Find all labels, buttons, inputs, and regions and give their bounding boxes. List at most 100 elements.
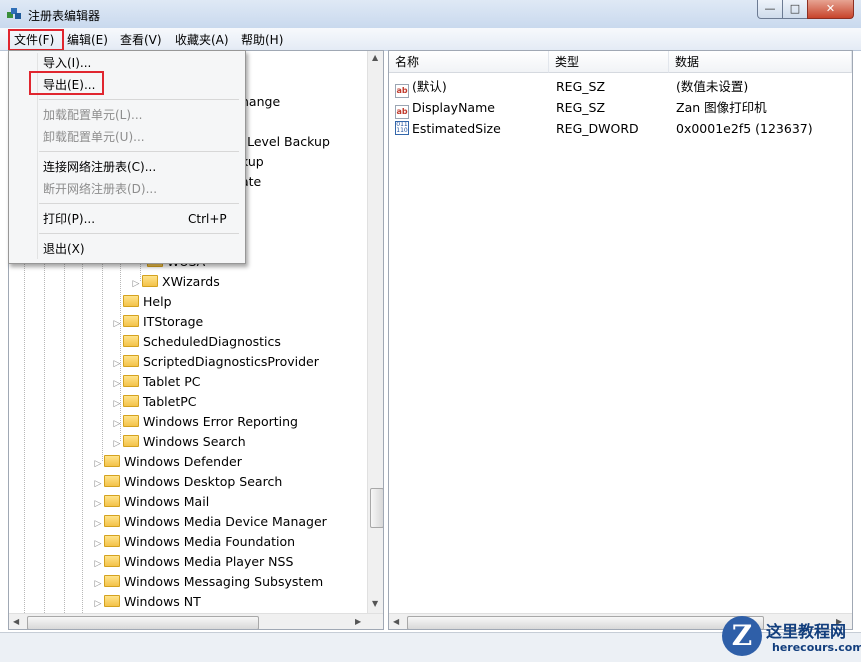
scroll-up-icon[interactable]: ▲ — [372, 53, 378, 62]
string-value-icon: ab — [395, 105, 409, 119]
column-header-data[interactable]: 数据 — [669, 51, 852, 73]
tree-item-label: ScheduledDiagnostics — [143, 334, 281, 349]
tree-item[interactable]: ScheduledDiagnostics — [111, 332, 281, 352]
value-row[interactable]: ab DisplayName REG_SZ Zan 图像打印机 — [389, 97, 852, 119]
tree-item[interactable]: ▷ Windows Mail — [92, 492, 210, 514]
folder-icon — [104, 475, 120, 487]
watermark-url: herecours.com — [772, 641, 861, 654]
minimize-button[interactable]: — — [757, 0, 783, 19]
tree-item[interactable]: ▷ ITStorage — [111, 312, 204, 334]
menu-view[interactable]: 查看(V) — [120, 31, 162, 48]
tree-item[interactable]: ▷ ScriptedDiagnosticsProvider — [111, 352, 319, 372]
folder-icon — [104, 495, 120, 507]
tree-item-label: Windows NT — [124, 594, 201, 609]
folder-icon — [104, 595, 120, 607]
folder-icon — [104, 575, 120, 587]
registry-editor-icon — [7, 8, 21, 19]
folder-icon — [123, 415, 139, 427]
menu-separator — [39, 151, 239, 152]
scroll-right-icon[interactable]: ▶ — [355, 617, 361, 626]
expand-arrow-icon[interactable]: ▷ — [111, 394, 123, 414]
value-data: Zan 图像打印机 — [676, 100, 767, 115]
expand-arrow-icon[interactable]: ▷ — [111, 314, 123, 334]
expand-arrow-icon[interactable]: ▷ — [92, 454, 104, 474]
tree-horizontal-scrollbar[interactable]: ◀ ▶ — [9, 613, 383, 629]
expand-arrow-icon[interactable]: ▷ — [111, 434, 123, 454]
expand-arrow-icon[interactable]: ▷ — [92, 494, 104, 514]
tree-item-label: XWizards — [162, 274, 220, 289]
scrollbar-thumb[interactable] — [370, 488, 383, 528]
tree-item-label: Windows Error Reporting — [143, 414, 298, 429]
expand-arrow-icon[interactable]: ▷ — [111, 354, 123, 374]
expand-arrow-icon[interactable]: ▷ — [92, 534, 104, 554]
watermark-text: 这里教程网 — [766, 622, 847, 641]
folder-icon — [123, 335, 139, 347]
menu-item-print[interactable]: 打印(P)... — [43, 209, 95, 229]
tree-item[interactable]: Help — [111, 292, 172, 312]
tree-item-label: TabletPC — [143, 394, 197, 409]
tree-item[interactable]: ▷ Windows Messaging Subsystem — [92, 572, 324, 594]
tree-item[interactable]: ▷ Windows Media Foundation — [92, 532, 296, 554]
tree-item-label: Windows Desktop Search — [124, 474, 283, 489]
tree-item[interactable]: ▷ TabletPC — [111, 392, 197, 412]
tree-item-label: Windows Media Player NSS — [124, 554, 294, 569]
tree-item[interactable]: ▷ Windows Desktop Search — [92, 472, 283, 494]
close-button[interactable]: ✕ — [807, 0, 854, 19]
menu-help[interactable]: 帮助(H) — [241, 31, 283, 48]
expand-arrow-icon[interactable]: ▷ — [92, 554, 104, 574]
expand-arrow-icon[interactable]: ▷ — [111, 374, 123, 394]
tree-item[interactable]: ▷ Windows Error Reporting — [111, 412, 298, 432]
tree-item[interactable]: ▷ Windows Defender — [92, 452, 242, 472]
value-row[interactable]: ab (默认) REG_SZ (数值未设置) — [389, 76, 852, 98]
menu-favorites[interactable]: 收藏夹(A) — [175, 31, 229, 48]
tree-item[interactable]: ▷ XWizards — [130, 272, 220, 292]
maximize-button[interactable]: □ — [782, 0, 808, 19]
folder-icon — [123, 375, 139, 387]
scroll-left-icon[interactable]: ◀ — [13, 617, 19, 626]
tree-item-label: Windows Search — [143, 434, 246, 449]
scrollbar-thumb[interactable] — [27, 616, 259, 629]
value-type: REG_SZ — [556, 79, 606, 94]
expand-arrow-icon[interactable]: ▷ — [130, 274, 142, 294]
tree-item-label: ITStorage — [143, 314, 204, 329]
column-header-name[interactable]: 名称 — [389, 51, 549, 73]
tree-item[interactable]: ▷ Tablet PC — [111, 372, 201, 394]
window-title: 注册表编辑器 — [28, 9, 101, 23]
menu-item-exit[interactable]: 退出(X) — [43, 239, 85, 259]
folder-icon — [104, 455, 120, 467]
tree-item[interactable]: ▷ Windows Media Device Manager — [92, 512, 327, 532]
tree-vertical-scrollbar[interactable]: ▲ ▼ — [367, 51, 383, 613]
watermark: Z 这里教程网 herecours.com — [700, 612, 861, 661]
tree-item-label: Windows Media Device Manager — [124, 514, 327, 529]
tree-item[interactable]: ▷ Windows NT — [92, 592, 201, 612]
menu-item-unload-hive: 卸载配置单元(U)... — [43, 130, 145, 144]
folder-icon — [123, 355, 139, 367]
column-header-type[interactable]: 类型 — [549, 51, 669, 73]
tree-item[interactable]: ▷ Windows Search — [111, 432, 246, 452]
expand-arrow-icon[interactable]: ▷ — [92, 514, 104, 534]
export-highlight-box — [29, 71, 104, 95]
tree-item-partial[interactable]: hange — [241, 92, 280, 112]
scroll-left-icon[interactable]: ◀ — [393, 617, 399, 626]
registry-values-pane[interactable]: 名称 类型 数据 ab (默认) REG_SZ (数值未设置) ab Display… — [388, 50, 853, 630]
tree-item-label: Windows Mail — [124, 494, 210, 509]
menu-shortcut-print: Ctrl+P — [188, 212, 227, 226]
tree-item-label: ScriptedDiagnosticsProvider — [143, 354, 319, 369]
tree-item-label: Windows Messaging Subsystem — [124, 574, 324, 589]
folder-icon — [123, 315, 139, 327]
expand-arrow-icon[interactable]: ▷ — [92, 474, 104, 494]
expand-arrow-icon[interactable]: ▷ — [92, 594, 104, 614]
title-bar: 注册表编辑器 — □ ✕ — [0, 0, 861, 28]
menu-edit[interactable]: 编辑(E) — [67, 31, 108, 48]
value-data: (数值未设置) — [676, 79, 749, 94]
expand-arrow-icon[interactable]: ▷ — [92, 574, 104, 594]
menu-item-connect-network-registry[interactable]: 连接网络注册表(C)... — [43, 157, 156, 177]
folder-icon — [104, 555, 120, 567]
tree-item[interactable]: ▷ Windows Media Player NSS — [92, 552, 294, 574]
menu-item-import[interactable]: 导入(I)... — [43, 53, 91, 73]
expand-arrow-icon[interactable]: ▷ — [111, 414, 123, 434]
value-row[interactable]: 011 110 EstimatedSize REG_DWORD 0x0001e2f5… — [389, 118, 852, 139]
scroll-down-icon[interactable]: ▼ — [372, 599, 378, 608]
menu-item-load-hive: 加载配置单元(L)... — [43, 108, 143, 122]
value-type: REG_DWORD — [556, 121, 639, 136]
